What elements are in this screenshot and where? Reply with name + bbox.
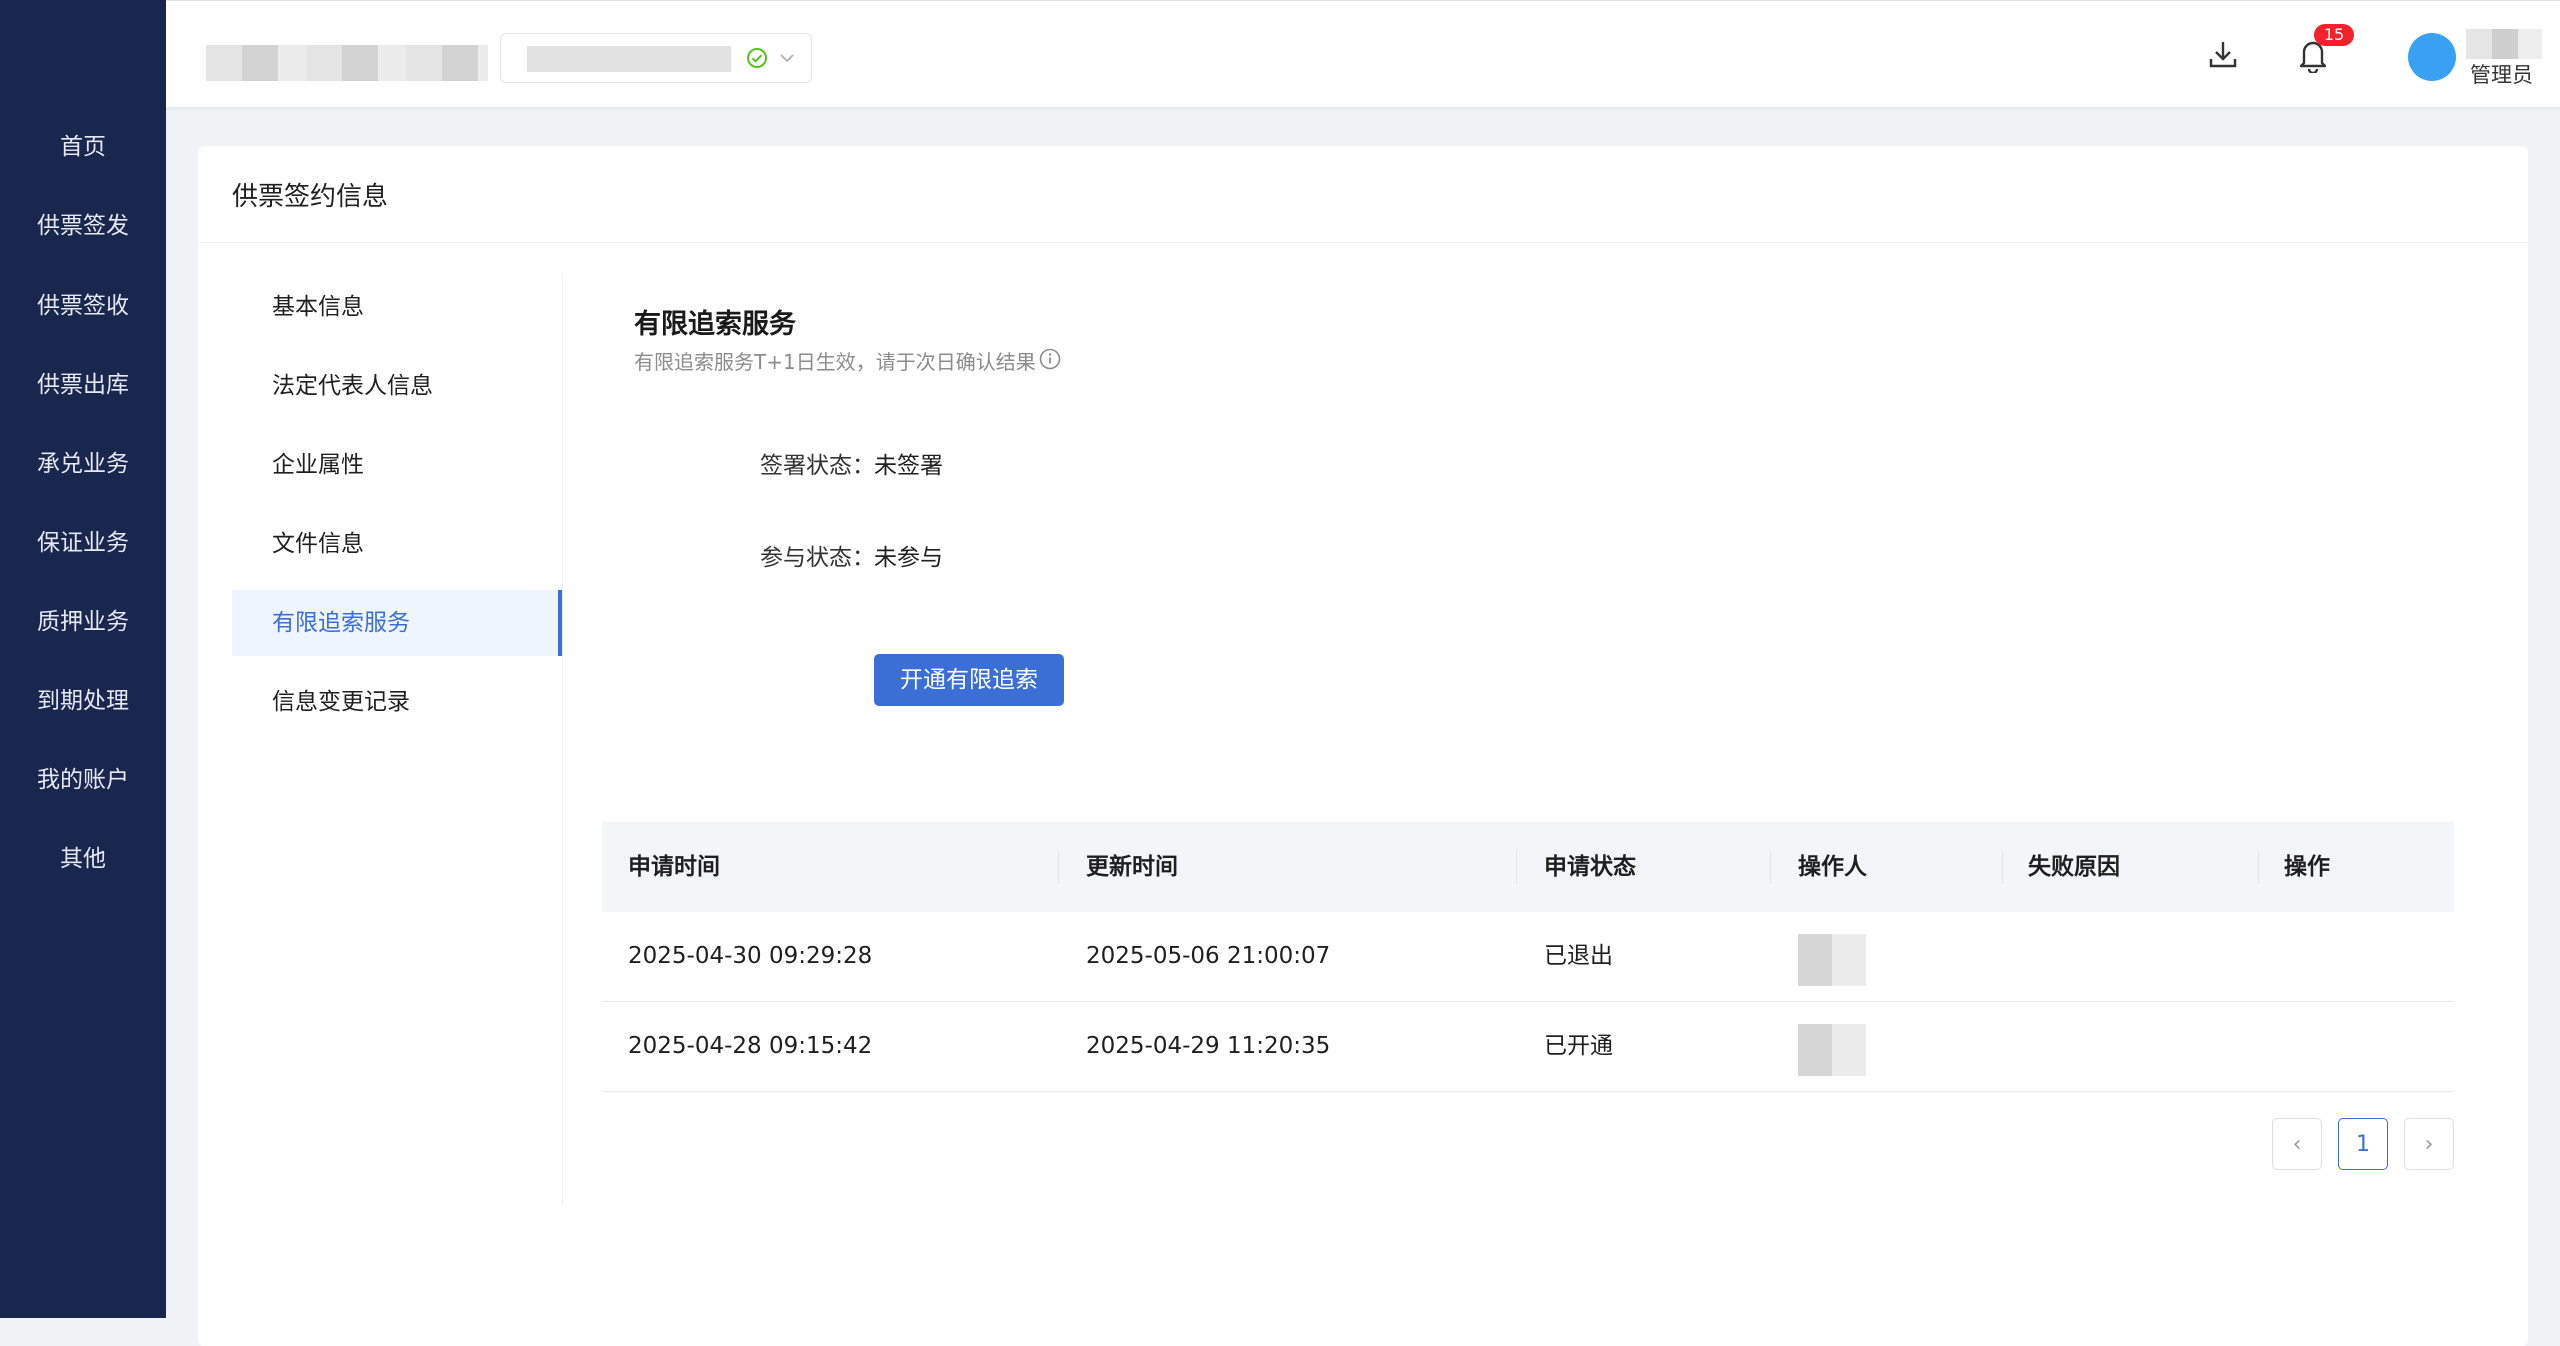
next-page-button[interactable]: ›	[2404, 1118, 2454, 1170]
col-separator	[1058, 850, 1059, 884]
sidebar-item-home[interactable]: 首页	[0, 117, 166, 177]
sidebar-item-receive[interactable]: 供票签收	[0, 276, 166, 336]
col-operator: 操作人	[1798, 854, 1867, 880]
page-title: 供票签约信息	[232, 182, 389, 212]
prev-page-button[interactable]: ‹	[2272, 1118, 2322, 1170]
join-status-label: 参与状态：	[760, 545, 875, 571]
sign-status-label: 签署状态：	[760, 453, 875, 479]
avatar[interactable]	[2408, 33, 2456, 81]
sidebar-item-outbound[interactable]: 供票出库	[0, 355, 166, 415]
redacted-operator	[1798, 934, 1866, 986]
divider	[198, 242, 2528, 243]
col-action: 操作	[2284, 854, 2330, 880]
sidebar-item-acceptance[interactable]: 承兑业务	[0, 434, 166, 494]
open-limited-recourse-button[interactable]: 开通有限追索	[874, 654, 1064, 706]
sidebar-item-guarantee[interactable]: 保证业务	[0, 513, 166, 573]
table-header: 申请时间 更新时间 申请状态 操作人 失败原因 操作	[602, 822, 2454, 912]
section-hint: 有限追索服务T+1日生效，请于次日确认结果	[634, 350, 1036, 374]
sidebar-item-maturity[interactable]: 到期处理	[0, 671, 166, 731]
redacted-user-name	[2466, 29, 2542, 59]
subnav-basic-info[interactable]: 基本信息	[232, 274, 562, 340]
subnav-limited-recourse[interactable]: 有限追索服务	[232, 590, 562, 656]
redacted-operator	[1798, 1024, 1866, 1076]
download-icon[interactable]	[2206, 37, 2240, 75]
col-apply-time: 申请时间	[628, 854, 720, 880]
sidebar-item-issue[interactable]: 供票签发	[0, 196, 166, 256]
table-row: 2025-04-28 09:15:42 2025-04-29 11:20:35 …	[602, 1002, 2454, 1092]
col-separator	[2258, 850, 2259, 884]
contract-info-card: 供票签约信息 基本信息 法定代表人信息 企业属性 文件信息 有限追索服务 信息变…	[198, 146, 2528, 1346]
user-role: 管理员	[2470, 63, 2533, 87]
subnav-files[interactable]: 文件信息	[232, 511, 562, 577]
top-header: 15 管理员	[166, 0, 2560, 107]
subnav-legal-rep[interactable]: 法定代表人信息	[232, 353, 562, 419]
cell-apply-time: 2025-04-30 09:29:28	[628, 943, 873, 969]
redacted-company	[527, 46, 731, 72]
col-separator	[1770, 850, 1771, 884]
cell-update-time: 2025-05-06 21:00:07	[1086, 943, 1331, 969]
notification-badge: 15	[2314, 24, 2354, 46]
sidebar-item-other[interactable]: 其他	[0, 829, 166, 889]
sign-status-value: 未签署	[874, 453, 943, 479]
sidebar-item-account[interactable]: 我的账户	[0, 750, 166, 810]
col-separator	[1516, 850, 1517, 884]
sidebar: 首页 供票签发 供票签收 供票出库 承兑业务 保证业务 质押业务 到期处理 我的…	[0, 0, 166, 1318]
col-fail-reason: 失败原因	[2028, 854, 2120, 880]
col-update-time: 更新时间	[1086, 854, 1178, 880]
cell-status: 已退出	[1544, 943, 1613, 969]
application-table: 申请时间 更新时间 申请状态 操作人 失败原因 操作 2025-04-30 09…	[602, 822, 2454, 1092]
page-1-button[interactable]: 1	[2338, 1118, 2388, 1170]
subnav-change-log[interactable]: 信息变更记录	[232, 669, 562, 735]
sub-navigation: 基本信息 法定代表人信息 企业属性 文件信息 有限追索服务 信息变更记录	[232, 274, 563, 1204]
section-title: 有限追索服务	[634, 309, 796, 340]
check-circle-icon	[745, 46, 769, 74]
company-select[interactable]	[500, 33, 812, 83]
cell-update-time: 2025-04-29 11:20:35	[1086, 1033, 1331, 1059]
col-status: 申请状态	[1544, 854, 1636, 880]
join-status-value: 未参与	[874, 545, 943, 571]
subnav-enterprise-attr[interactable]: 企业属性	[232, 432, 562, 498]
sidebar-item-pledge[interactable]: 质押业务	[0, 592, 166, 652]
redacted-org-name	[206, 45, 488, 81]
cell-apply-time: 2025-04-28 09:15:42	[628, 1033, 873, 1059]
table-row: 2025-04-30 09:29:28 2025-05-06 21:00:07 …	[602, 912, 2454, 1002]
col-separator	[2002, 850, 2003, 884]
info-icon[interactable]	[1038, 347, 1062, 375]
cell-status: 已开通	[1544, 1033, 1613, 1059]
chevron-down-icon	[777, 48, 797, 72]
